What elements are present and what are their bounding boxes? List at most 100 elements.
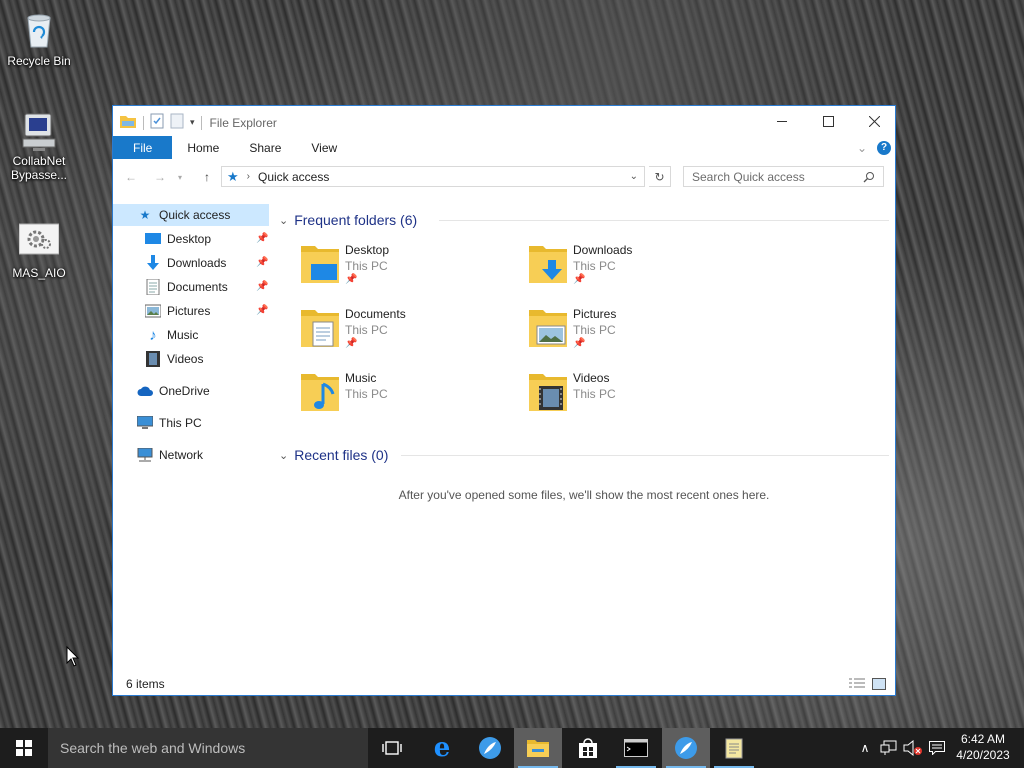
folder-tile-downloads[interactable]: Downloads This PC 📌 [509,240,729,296]
frequent-folders-header[interactable]: ⌄ Frequent folders (6) [279,210,889,230]
clock-time: 6:42 AM [960,732,1006,746]
desktop-icon-label: CollabNet Bypasse... [10,154,68,182]
nav-item-documents[interactable]: Documents [145,276,228,298]
volume-tray-button[interactable] [902,728,924,768]
taskbar-search-input[interactable]: Search the web and Windows [48,728,368,768]
nav-item-label: Downloads [167,256,227,270]
desktop-icon-collabnet[interactable]: CollabNet Bypasse... [1,110,77,182]
folder-tile-music[interactable]: Music This PC [281,368,501,424]
desktop-icon-mas-aio[interactable]: MAS_AIO [1,222,77,280]
pin-icon: 📌 [345,338,358,349]
folder-name: Pictures [573,307,617,321]
up-arrow-icon: ↑ [204,170,210,184]
folder-name: Documents [345,307,406,321]
task-view-icon [382,741,402,755]
nav-item-desktop[interactable]: Desktop [145,228,211,250]
close-button[interactable] [851,106,897,136]
folder-tile-pictures[interactable]: Pictures This PC 📌 [509,304,729,360]
recent-locations-button[interactable]: ▾ [173,167,187,187]
folder-location: This PC [345,323,388,337]
separator [200,115,202,130]
pin-icon: 📌 [256,233,269,244]
notification-icon [929,741,945,755]
new-folder-icon[interactable] [170,113,184,132]
system-clock[interactable]: 6:42 AM 4/20/2023 [952,731,1014,763]
music-folder-icon [301,374,339,411]
desktop-icon-recycle-bin[interactable]: Recycle Bin [1,10,77,68]
tab-home[interactable]: Home [172,136,234,159]
taskbar-app-button-active[interactable] [662,728,710,768]
videos-icon [145,351,161,367]
tab-view[interactable]: View [296,136,352,159]
start-button[interactable] [0,728,48,768]
item-count: 6 items [126,677,165,691]
folder-tile-videos[interactable]: Videos This PC [509,368,729,424]
taskbar-app-button[interactable] [466,728,514,768]
star-icon: ★ [139,208,151,222]
taskbar-file-explorer-button[interactable] [514,728,562,768]
refresh-button[interactable]: ↻ [649,166,671,187]
nav-item-videos[interactable]: Videos [145,348,203,370]
help-icon: ? [877,140,891,155]
minimize-button[interactable] [759,106,805,136]
folder-name: Desktop [345,243,390,257]
taskbar-store-button[interactable] [564,728,612,768]
folder-tile-documents[interactable]: Documents This PC 📌 [281,304,501,360]
tab-share[interactable]: Share [234,136,296,159]
task-view-button[interactable] [368,728,416,768]
taskbar-notepad-button[interactable] [710,728,758,768]
expand-ribbon-button[interactable]: ⌄ [851,136,873,159]
chevron-down-icon: ▾ [177,172,182,182]
nav-item-quick-access[interactable]: ★ Quick access [113,204,269,226]
nav-item-music[interactable]: ♪ Music [145,324,198,346]
maximize-icon [822,115,834,127]
network-tray-button[interactable] [878,728,900,768]
folder-tile-desktop[interactable]: Desktop This PC 📌 [281,240,501,296]
clock-date: 4/20/2023 [956,748,1010,762]
nav-item-label: Videos [167,352,204,366]
back-arrow-icon: ← [125,170,137,184]
nav-item-pictures[interactable]: Pictures [145,300,210,322]
action-center-button[interactable] [926,728,948,768]
large-icons-view-button[interactable] [871,678,887,690]
divider [439,220,889,221]
mouse-cursor-icon [66,646,80,667]
nav-item-onedrive[interactable]: OneDrive [137,380,210,402]
recent-files-header[interactable]: ⌄ Recent files (0) [279,445,889,465]
up-button[interactable]: ↑ [197,167,217,187]
taskbar-command-prompt-button[interactable] [612,728,660,768]
volume-muted-icon [903,740,922,756]
nav-item-label: Music [167,328,199,342]
search-icon [863,171,874,182]
quick-access-star-icon: ★ [227,168,239,184]
details-view-button[interactable] [849,678,865,690]
back-button[interactable]: ← [121,167,141,187]
nav-item-label: Documents [167,280,228,294]
properties-icon[interactable] [150,113,164,132]
show-hidden-icons-button[interactable]: ∧ [856,728,874,768]
folder-name: Downloads [573,243,633,257]
maximize-button[interactable] [805,106,851,136]
nav-item-network[interactable]: Network [137,444,203,466]
minimize-icon [777,120,787,122]
group-header-label: Recent files (0) [294,447,389,463]
tab-file[interactable]: File [113,136,173,159]
address-dropdown-icon[interactable]: ⌄ [630,171,638,182]
title-bar[interactable]: ▾ File Explorer [113,106,895,136]
address-bar[interactable]: ★ › Quick access ⌄ [221,166,645,187]
close-icon [868,115,880,127]
search-input[interactable]: Search Quick access [683,166,884,187]
nav-item-label: OneDrive [159,384,210,398]
taskbar-edge-button[interactable]: e [418,728,466,768]
nav-item-this-pc[interactable]: This PC [137,412,202,434]
cloud-icon [137,383,153,399]
breadcrumb-location[interactable]: Quick access [258,170,329,184]
edge-icon: e [433,733,451,763]
folder-location: This PC [573,259,616,273]
pictures-folder-icon [529,310,567,347]
recycle-bin-icon [19,10,59,50]
customize-toolbar-icon[interactable]: ▾ [190,117,195,128]
help-button[interactable]: ? [873,136,895,159]
forward-button[interactable]: → [150,167,170,187]
nav-item-downloads[interactable]: Downloads [145,252,226,274]
